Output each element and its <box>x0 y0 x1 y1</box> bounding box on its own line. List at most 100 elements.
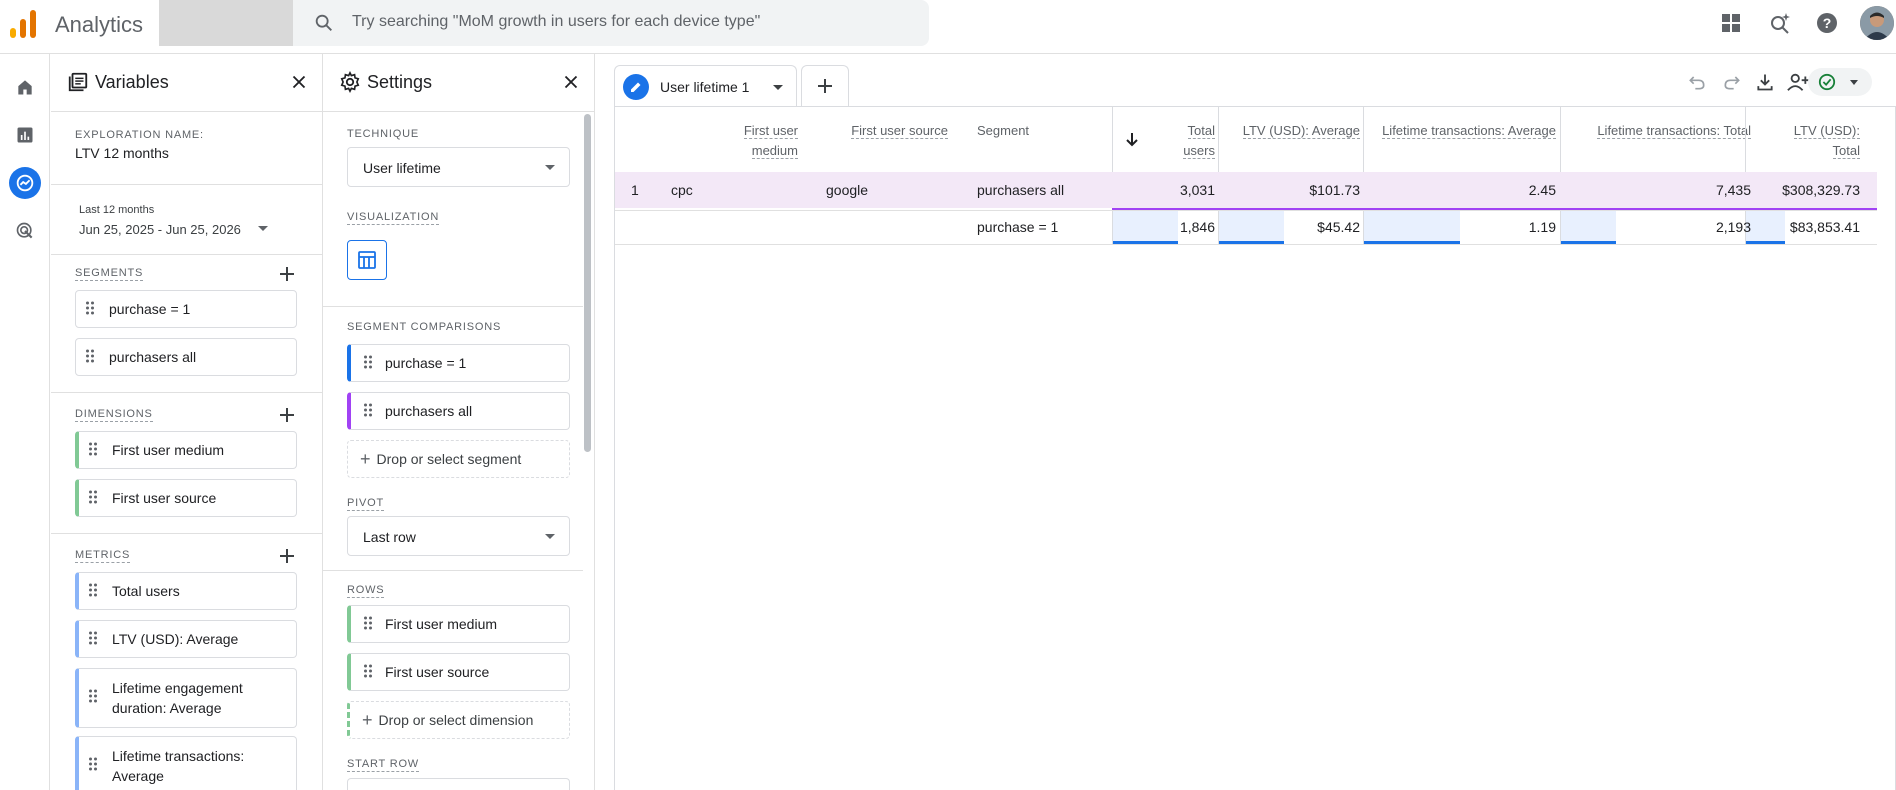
metric-chip[interactable]: Lifetime engagement duration: Average <box>75 668 297 728</box>
header-ltv-average[interactable]: LTV (USD): Average <box>1231 107 1360 172</box>
drag-handle-icon[interactable] <box>363 664 373 681</box>
cell-lifetime-transactions-total: 2,193 <box>1715 219 1751 235</box>
segment-comparison-chip[interactable]: purchase = 1 <box>347 344 570 382</box>
drag-handle-icon[interactable] <box>363 403 373 420</box>
date-range-label: Last 12 months <box>79 204 155 216</box>
header-first-user-medium[interactable]: First user medium <box>695 107 798 172</box>
segment-comparison-chip[interactable]: purchasers all <box>347 392 570 430</box>
dimension-chip[interactable]: First user source <box>75 479 297 517</box>
help-icon[interactable]: ? <box>1815 11 1839 35</box>
explore-nav-button[interactable] <box>9 167 41 199</box>
settings-scrollbar[interactable] <box>584 114 591 452</box>
share-button[interactable] <box>1786 70 1810 94</box>
chevron-down-icon <box>545 165 555 170</box>
advertising-nav-button[interactable] <box>9 215 41 247</box>
header-ltv-total[interactable]: LTV (USD): Total <box>1763 107 1860 172</box>
dimension-chip-label: First user medium <box>112 442 225 458</box>
cell-ltv-average: $101.73 <box>1309 182 1360 198</box>
chevron-down-icon <box>258 226 268 231</box>
check-circle-icon <box>1818 73 1836 91</box>
tab-label: User lifetime 1 <box>660 79 750 95</box>
technique-label: TECHNIQUE <box>347 128 419 140</box>
add-dimension-icon[interactable] <box>277 405 297 425</box>
drag-handle-icon[interactable] <box>88 756 98 776</box>
drag-handle-icon[interactable] <box>88 688 98 708</box>
metric-chip[interactable]: Lifetime transactions: Average <box>75 736 297 790</box>
exploration-name-input[interactable]: LTV 12 months <box>75 145 169 161</box>
pivot-value: Last row <box>363 529 416 545</box>
metrics-label: METRICS <box>75 549 131 563</box>
header-total-users[interactable]: Total users <box>1155 107 1215 172</box>
drag-handle-icon[interactable] <box>88 583 98 600</box>
cell-ltv-total: $308,329.73 <box>1782 182 1860 198</box>
metric-chip[interactable]: LTV (USD): Average <box>75 620 297 658</box>
sort-descending-icon[interactable] <box>1124 131 1140 147</box>
drag-handle-icon[interactable] <box>88 442 98 459</box>
chevron-down-icon <box>1850 80 1858 85</box>
status-check-button[interactable] <box>1808 68 1872 96</box>
analytics-logo[interactable] <box>8 8 38 40</box>
metric-chip-label: Lifetime transactions: Average <box>112 748 245 784</box>
rows-label: ROWS <box>347 584 385 598</box>
tab-user-lifetime[interactable]: User lifetime 1 <box>614 65 797 106</box>
download-button[interactable] <box>1753 70 1777 94</box>
plus-icon <box>818 79 832 93</box>
undo-button[interactable] <box>1685 70 1709 94</box>
technique-select[interactable]: User lifetime <box>347 147 570 187</box>
table-visualization-button[interactable] <box>347 240 387 280</box>
row-divider <box>615 210 1877 211</box>
segment-chip[interactable]: purchasers all <box>75 338 297 376</box>
header-lifetime-transactions-total[interactable]: Lifetime transactions: Total <box>1581 107 1751 172</box>
search-insights-icon[interactable] <box>1768 11 1792 35</box>
pivot-label: PIVOT <box>347 497 385 511</box>
row-index: 1 <box>631 182 639 198</box>
cell-ltv-total: $83,853.41 <box>1789 219 1860 235</box>
variables-header: Variables <box>51 54 322 112</box>
drag-handle-icon[interactable] <box>363 355 373 372</box>
drag-handle-icon[interactable] <box>85 301 95 318</box>
drag-handle-icon[interactable] <box>88 490 98 507</box>
cell-source: google <box>826 182 869 198</box>
redo-icon <box>1724 76 1740 90</box>
bar-lt-trans-total-bg <box>1561 211 1616 244</box>
apps-grid-icon[interactable] <box>1719 11 1743 35</box>
drag-handle-icon[interactable] <box>88 631 98 648</box>
segment-chip[interactable]: purchase = 1 <box>75 290 297 328</box>
metric-chip-label: Lifetime engagement duration: Average <box>112 680 243 716</box>
close-icon[interactable] <box>288 71 310 93</box>
gear-icon <box>340 71 360 93</box>
reports-nav-button[interactable] <box>9 119 41 151</box>
drop-segment-target[interactable]: + Drop or select segment <box>347 440 570 478</box>
drag-handle-icon[interactable] <box>363 616 373 633</box>
date-range-picker[interactable]: Last 12 months Jun 25, 2025 - Jun 25, 20… <box>75 202 275 244</box>
user-avatar[interactable] <box>1860 6 1894 40</box>
add-tab-button[interactable] <box>801 65 849 106</box>
cell-lifetime-transactions-average: 1.19 <box>1528 219 1556 235</box>
advertising-icon <box>16 222 33 239</box>
dimension-chip[interactable]: First user medium <box>75 431 297 469</box>
header-lifetime-transactions-average[interactable]: Lifetime transactions: Average <box>1367 107 1556 172</box>
cell-segment: purchasers all <box>977 182 1065 198</box>
drop-dimension-target[interactable]: + Drop or select dimension <box>347 701 570 739</box>
account-selector[interactable] <box>159 0 293 46</box>
header-segment[interactable]: Segment <box>977 107 1097 172</box>
search-bar[interactable]: Try searching "MoM growth in users for e… <box>293 0 929 46</box>
drag-handle-icon[interactable] <box>85 349 95 366</box>
close-icon[interactable] <box>560 71 582 93</box>
home-nav-button[interactable] <box>9 71 41 103</box>
metric-chip-label: LTV (USD): Average <box>112 631 239 647</box>
drop-segment-label: Drop or select segment <box>376 451 522 467</box>
add-segment-icon[interactable] <box>277 264 297 284</box>
add-metric-icon[interactable] <box>277 546 297 566</box>
exploration-canvas-area: User lifetime 1 First user medium First … <box>596 54 1896 790</box>
row-dimension-chip[interactable]: First user source <box>347 653 570 691</box>
pivot-select[interactable]: Last row <box>347 516 570 556</box>
segment-comparisons-label: SEGMENT COMPARISONS <box>347 321 502 333</box>
segment-comparison-label: purchase = 1 <box>385 355 467 371</box>
start-row-input[interactable] <box>347 778 570 790</box>
metric-chip[interactable]: Total users <box>75 572 297 610</box>
row-dimension-chip[interactable]: First user medium <box>347 605 570 643</box>
header-first-user-source[interactable]: First user source <box>848 107 948 172</box>
redo-button[interactable] <box>1720 70 1744 94</box>
chevron-down-icon[interactable] <box>773 85 783 90</box>
